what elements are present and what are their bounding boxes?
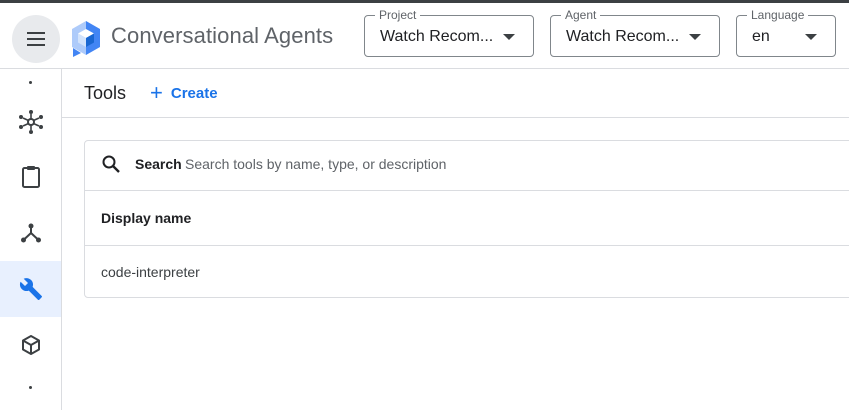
project-select-value: Watch Recom...	[380, 28, 494, 45]
language-select-value: en	[752, 28, 770, 45]
search-label: Search	[135, 156, 182, 172]
language-select-label: Language	[747, 8, 809, 22]
sidebar-item-data-stores[interactable]	[0, 317, 61, 373]
dropdown-caret-icon	[805, 34, 817, 40]
wrench-icon	[19, 278, 42, 300]
language-select[interactable]: Language en	[736, 8, 836, 57]
project-select[interactable]: Project Watch Recom...	[364, 8, 534, 57]
table-search-bar: Search	[85, 141, 849, 191]
table-row[interactable]: code-interpreter	[85, 246, 849, 298]
sidebar-item-tools[interactable]	[0, 261, 61, 317]
tool-display-name[interactable]: code-interpreter	[101, 264, 200, 280]
main-menu-button[interactable]	[12, 15, 60, 63]
project-select-label: Project	[375, 8, 421, 22]
sidebar-item-playbooks[interactable]	[0, 149, 61, 205]
cube-icon	[21, 335, 40, 355]
search-input[interactable]	[185, 151, 585, 177]
sidebar-item-flows[interactable]	[0, 205, 61, 261]
create-tool-button[interactable]: + Create	[150, 81, 218, 105]
create-button-label: Create	[170, 84, 218, 102]
flow-icon	[20, 223, 41, 243]
agent-select-value: Watch Recom...	[566, 28, 680, 45]
tools-table: Search Display name code-interpreter	[84, 140, 849, 298]
app-header: Conversational Agents Project Watch Reco…	[0, 3, 849, 69]
table-header-row: Display name	[85, 190, 849, 246]
sidebar-nav	[0, 69, 62, 410]
scroll-indicator-top	[29, 81, 32, 84]
page-title: Tools	[84, 83, 127, 103]
scroll-indicator-bottom	[29, 386, 32, 389]
hub-icon	[18, 110, 43, 134]
clipboard-icon	[21, 166, 40, 188]
dropdown-caret-icon	[689, 34, 701, 40]
conversational-agents-logo-icon	[72, 21, 100, 57]
agent-select[interactable]: Agent Watch Recom...	[550, 8, 720, 57]
content-header: Tools + Create	[62, 69, 849, 118]
app-title: Conversational Agents	[111, 23, 334, 48]
plus-icon: +	[150, 80, 163, 105]
search-icon	[102, 155, 120, 173]
hamburger-menu-icon	[27, 32, 45, 46]
sidebar-item-agents-hub[interactable]	[0, 94, 61, 150]
dropdown-caret-icon	[503, 34, 515, 40]
agent-select-label: Agent	[561, 8, 601, 22]
column-header-display-name[interactable]: Display name	[101, 210, 191, 226]
